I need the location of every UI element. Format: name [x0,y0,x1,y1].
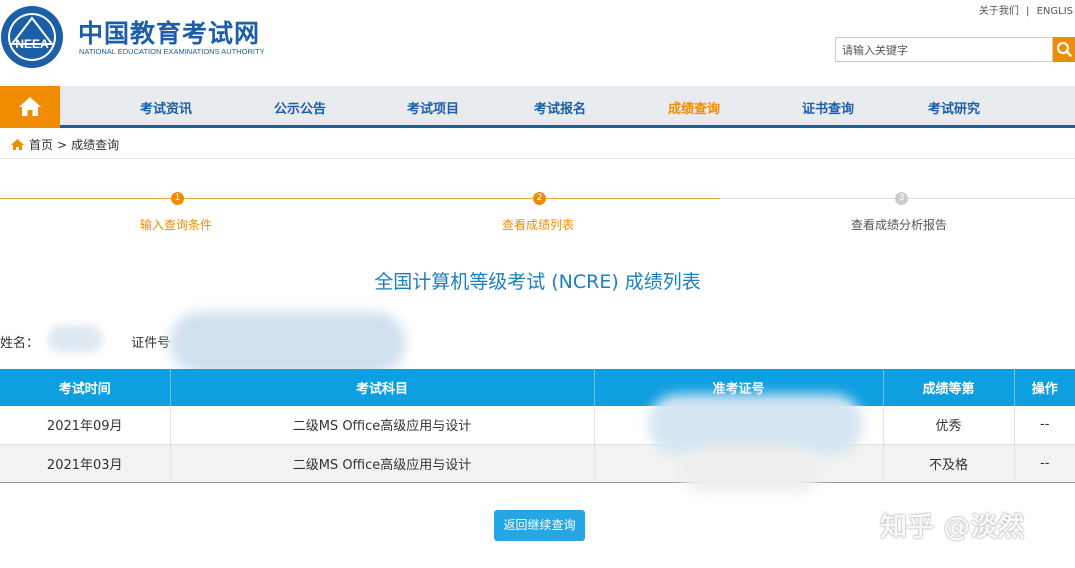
cell-grade: 不及格 [883,444,1015,483]
cell-exam-subject: 二级MS Office高级应用与设计 [170,444,595,483]
nav-item-announcements[interactable]: 公示公告 [274,98,326,117]
name-label: 姓名： [0,336,40,351]
step-1-label: 输入查询条件 [140,218,213,232]
cell-action: -- [1014,444,1075,483]
link-separator: | [1026,6,1030,17]
breadcrumb-divider [0,158,1075,159]
back-to-query-button[interactable]: 返回继续查询 [494,510,585,541]
col-grade: 成绩等第 [883,369,1015,406]
step-2-dot: 2 [533,192,546,205]
zhihu-watermark: 知乎 @淡然 [880,512,1025,543]
search-input[interactable]: 请输入关键字 [835,37,1053,62]
home-small-icon [11,139,24,150]
nav-item-exam-research[interactable]: 考试研究 [928,98,980,117]
cell-exam-subject: 二级MS Office高级应用与设计 [170,406,595,445]
breadcrumb: 首页 > 成绩查询 [10,136,119,153]
col-exam-time: 考试时间 [0,369,171,406]
score-table: 考试时间 考试科目 准考证号 成绩等第 操作 2021年09月 二级MS Off… [0,369,1075,483]
table-row: 2021年09月 二级MS Office高级应用与设计 优秀 -- [0,406,1075,445]
col-action: 操作 [1014,369,1075,406]
home-icon [19,97,41,116]
table-header-row: 考试时间 考试科目 准考证号 成绩等第 操作 [0,369,1075,406]
list-title: 全国计算机等级考试 (NCRE) 成绩列表 [374,271,701,293]
nav-item-exam-news[interactable]: 考试资讯 [140,98,192,117]
step-line-done [0,198,720,199]
redacted-ticket-1 [648,394,863,454]
cell-grade: 优秀 [883,406,1015,445]
english-link[interactable]: ENGLIS [1037,6,1073,17]
breadcrumb-separator: > [57,137,68,152]
redacted-ticket-2 [680,448,820,492]
step-1-dot: 1 [171,192,184,205]
step-3-label: 查看成绩分析报告 [851,218,948,232]
top-links: 关于我们 | ENGLIS [977,2,1075,17]
cell-action: -- [1014,406,1075,445]
breadcrumb-home[interactable]: 首页 [29,136,53,153]
nav-item-score-query[interactable]: 成绩查询 [668,98,720,117]
breadcrumb-current: 成绩查询 [71,138,120,152]
nav-item-exam-projects[interactable]: 考试项目 [407,98,459,117]
nav-item-registration[interactable]: 考试报名 [534,98,586,117]
neea-logo[interactable]: NEEA [0,4,64,70]
search-icon [1056,41,1072,57]
id-label: 证件号 [131,336,171,351]
main-nav: 考试资讯 公示公告 考试项目 考试报名 成绩查询 证书查询 考试研究 [0,86,1075,128]
site-header: NEEA 中国教育考试网 NATIONAL EDUCATION EXAMINAT… [0,0,1075,88]
nav-item-certificate-query[interactable]: 证书查询 [802,98,854,117]
cell-exam-time: 2021年09月 [0,406,171,445]
cell-exam-time: 2021年03月 [0,444,171,483]
step-3-dot: 3 [895,192,908,205]
site-title[interactable]: 中国教育考试网 [78,14,260,50]
step-2-label: 查看成绩列表 [502,218,575,232]
redacted-id [170,312,405,374]
table-row: 2021年03月 二级MS Office高级应用与设计 不及格 -- [0,444,1075,483]
site-subtitle: NATIONAL EDUCATION EXAMINATIONS AUTHORIT… [79,47,265,56]
nav-home-button[interactable] [0,86,60,128]
search-button[interactable] [1053,37,1075,62]
redacted-name [48,325,103,353]
about-link[interactable]: 关于我们 [979,6,1019,17]
col-exam-subject: 考试科目 [170,369,595,406]
logo-text: NEEA [15,37,49,51]
